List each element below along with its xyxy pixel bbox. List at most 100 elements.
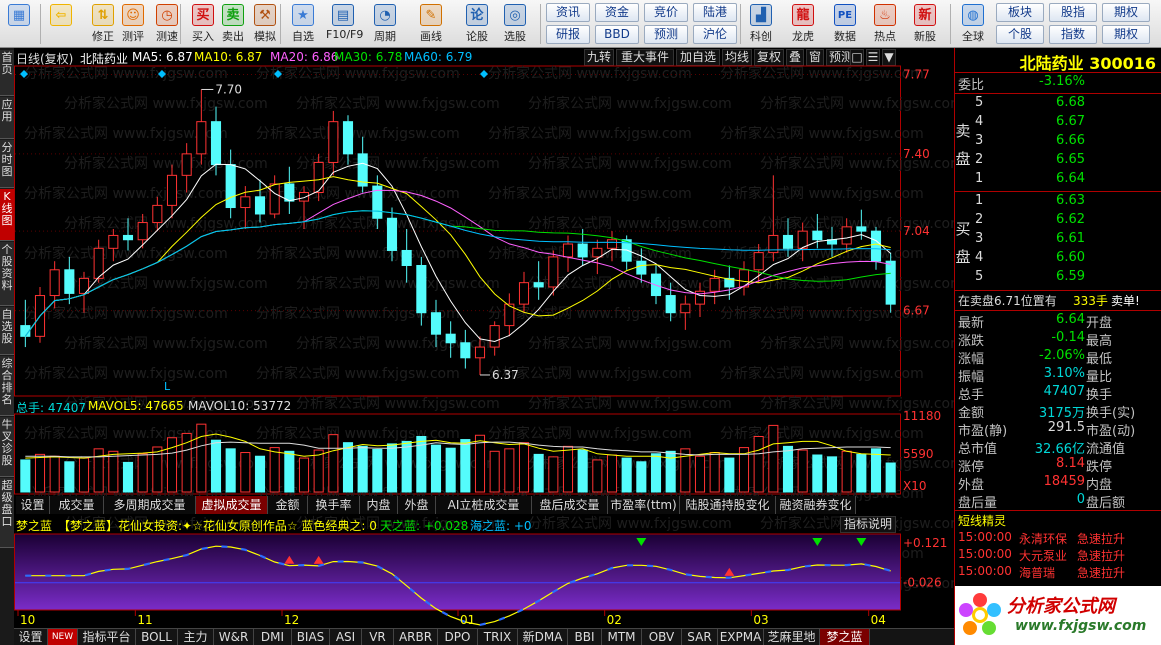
toolbar-grid-button[interactable]: 期权 <box>1102 3 1150 22</box>
toolbar-new-stock-button[interactable]: 新新股 <box>908 2 942 46</box>
buy-level-row[interactable]: 4 6.60 <box>955 250 1161 268</box>
toolbar-grid-button[interactable]: 期权 <box>1102 25 1150 44</box>
toolbar-pencil-button[interactable]: ✎ 画线 <box>414 2 448 46</box>
indicator-tab[interactable]: 梦之蓝 <box>820 629 870 645</box>
toolbar-grid-button[interactable]: 竞价 <box>644 3 688 22</box>
buy-level-row[interactable]: 1 6.63 <box>955 193 1161 211</box>
toolbar-grid-button[interactable]: 沪伦 <box>693 25 737 44</box>
toolbar-discuss-button[interactable]: 论论股 <box>460 2 494 46</box>
volume-tab[interactable]: 设置 <box>16 496 50 514</box>
sidebar-tab[interactable]: 超级盘口 <box>0 478 14 548</box>
level-number: 4 <box>975 250 984 265</box>
toolbar-back-arrow-button[interactable]: ⇦ <box>44 2 78 46</box>
sprite-item[interactable]: 15:00:00 海普瑞 急速拉升 <box>955 564 1161 582</box>
toolbar-dragon-button[interactable]: 龍龙虎 <box>786 2 820 46</box>
sell-level-row[interactable]: 3 6.66 <box>955 133 1161 151</box>
buy-level-row[interactable]: 3 6.61 <box>955 231 1161 249</box>
indicator-tab[interactable]: 指标平台 <box>78 629 136 645</box>
volume-tab[interactable]: 金额 <box>268 496 308 514</box>
indicator-tab[interactable]: EXPMA <box>718 629 764 645</box>
sidebar-tab[interactable]: 分时图 <box>0 140 14 188</box>
indicator-tab[interactable]: BBI <box>568 629 602 645</box>
sidebar-tab[interactable]: 首页 <box>0 50 14 96</box>
indicator-tab[interactable]: DPO <box>438 629 478 645</box>
toolbar-grid-button[interactable]: 陆港 <box>693 3 737 22</box>
volume-tab[interactable]: 市盈率(ttm) <box>608 496 680 514</box>
toolbar-fire-button[interactable]: ♨ 热点 <box>868 2 902 46</box>
indicator-tab[interactable]: TRIX <box>478 629 518 645</box>
toolbar-star-button[interactable]: ★ 自选 <box>286 2 320 46</box>
toolbar-grid-button[interactable]: 指数 <box>1049 25 1097 44</box>
volume-bar <box>797 449 808 493</box>
volume-bar <box>782 445 794 493</box>
indicator-tab[interactable]: BIAS <box>292 629 330 645</box>
volume-tab[interactable]: 成交量 <box>50 496 104 514</box>
indicator-tab[interactable]: OBV <box>642 629 682 645</box>
sidebar-tab[interactable]: 综合排名 <box>0 356 14 416</box>
indicator-tab[interactable]: 芝麻里地量 <box>764 629 820 645</box>
toolbar-globe-button[interactable]: ◍ 全球 <box>956 2 990 46</box>
candle-body <box>166 174 178 206</box>
toolbar-grid-button[interactable]: 资金 <box>595 3 639 22</box>
toolbar-windows-button[interactable]: ▦ <box>2 2 36 46</box>
sell-level-row[interactable]: 5 6.68 <box>955 95 1161 113</box>
indicator-tab[interactable]: 设置 <box>14 629 48 645</box>
toolbar-pe-button[interactable]: PE 数据 <box>828 2 862 46</box>
toolbar-grid-button[interactable]: 个股 <box>996 25 1044 44</box>
toolbar-grid-button[interactable]: BBD <box>595 25 639 44</box>
sprite-item[interactable]: 15:00:00 永清环保 急速拉升 <box>955 530 1161 548</box>
volume-tab[interactable]: 融资融券变化 <box>776 496 856 514</box>
toolbar-clock-button[interactable]: ◷ 测速 <box>150 2 184 46</box>
toolbar-period-button[interactable]: ◔ 周期 <box>368 2 402 46</box>
indicator-tab[interactable]: DMI <box>254 629 292 645</box>
sidebar-tab[interactable]: 牛叉诊股 <box>0 417 14 477</box>
toolbar-chart-button[interactable]: ▟ 科创 <box>744 2 778 46</box>
toolbar-grid-button[interactable]: 板块 <box>996 3 1044 22</box>
price-axis-label: 7.04 <box>903 224 930 238</box>
volume-tab[interactable]: 陆股通持股变化 <box>680 496 776 514</box>
indicator-tab[interactable]: 主力 <box>178 629 214 645</box>
indicator-tab[interactable]: MTM <box>602 629 642 645</box>
volume-tab[interactable]: 盘后成交量 <box>532 496 608 514</box>
buy-level-row[interactable]: 2 6.62 <box>955 212 1161 230</box>
volume-tab[interactable]: 多周期成交量 <box>104 496 196 514</box>
volume-bar <box>592 459 603 493</box>
toolbar-grid-button[interactable]: 股指 <box>1049 3 1097 22</box>
volume-tab[interactable]: 虚拟成交量 <box>196 496 268 514</box>
toolbar-buy-button[interactable]: 买买入 <box>186 2 220 46</box>
toolbar-screen-button[interactable]: ◎ 选股 <box>498 2 532 46</box>
toolbar-grid-button[interactable]: 资讯 <box>546 3 590 22</box>
volume-tab[interactable]: 内盘 <box>360 496 398 514</box>
event-diamond-icon[interactable] <box>480 70 488 78</box>
sidebar-tab[interactable]: K线图 <box>0 189 14 241</box>
toolbar-hammer-button[interactable]: ⚒ 模拟 <box>248 2 282 46</box>
toolbar-grid-button[interactable]: 研报 <box>546 25 590 44</box>
sell-level-row[interactable]: 4 6.67 <box>955 114 1161 132</box>
toolbar-grid-button[interactable]: 预测 <box>644 25 688 44</box>
volume-tab[interactable]: 外盘 <box>398 496 436 514</box>
sprite-item[interactable]: 15:00:00 大元泵业 急速拉升 <box>955 547 1161 565</box>
stat-label: 涨跌 <box>958 334 985 349</box>
indicator-tab[interactable]: NEW <box>48 629 78 645</box>
indicator-tab[interactable]: W&R <box>214 629 254 645</box>
stat-label: 换手(实) <box>1086 406 1136 421</box>
toolbar-face-button[interactable]: ☺ 测评 <box>116 2 150 46</box>
sell-level-row[interactable]: 2 6.65 <box>955 152 1161 170</box>
sidebar-tab[interactable]: 应用 <box>0 97 14 139</box>
indicator-tab[interactable]: ARBR <box>394 629 438 645</box>
indicator-tab[interactable]: VR <box>362 629 394 645</box>
sidebar-tab[interactable]: 自选股 <box>0 307 14 355</box>
volume-tab[interactable]: 换手率 <box>308 496 360 514</box>
toolbar-up-down-button[interactable]: ⇅ 修正 <box>86 2 120 46</box>
buy-level-row[interactable]: 5 6.59 <box>955 269 1161 287</box>
indicator-tab[interactable]: SAR <box>682 629 718 645</box>
indicator-help-button[interactable]: 指标说明 <box>840 516 896 533</box>
sidebar-tab[interactable]: 个股资料 <box>0 242 14 306</box>
indicator-tab[interactable]: ASI <box>330 629 362 645</box>
toolbar-f10-button[interactable]: ▤ F10/F9 <box>326 2 363 46</box>
toolbar-sell-button[interactable]: 卖卖出 <box>216 2 250 46</box>
indicator-tab[interactable]: BOLL <box>136 629 178 645</box>
volume-tab[interactable]: AI立桩成交量 <box>436 496 532 514</box>
indicator-tab[interactable]: 新DMA <box>518 629 568 645</box>
sell-level-row[interactable]: 1 6.64 <box>955 171 1161 189</box>
